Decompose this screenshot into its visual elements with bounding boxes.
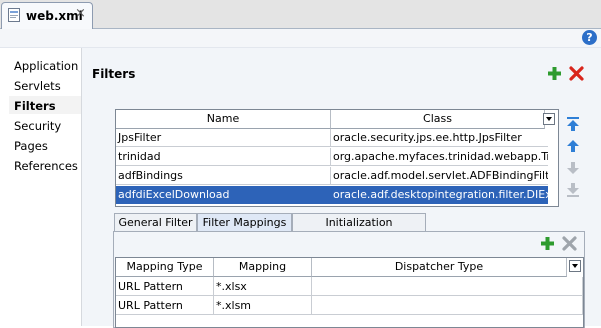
- section-title: Filters: [92, 67, 136, 81]
- tab-filter-mappings[interactable]: Filter Mappings: [197, 213, 292, 233]
- nav-item-application[interactable]: Application: [14, 59, 78, 73]
- cell-name: JpsFilter: [116, 129, 331, 147]
- move-down-icon[interactable]: [565, 160, 581, 176]
- table-row[interactable]: trinidad org.apache.myfaces.trinidad.web…: [116, 148, 548, 166]
- delete-filter-icon[interactable]: [569, 66, 584, 81]
- cell-dispatcher-type: [312, 277, 583, 296]
- help-icon[interactable]: ?: [582, 30, 597, 45]
- delete-mapping-icon[interactable]: [562, 236, 577, 251]
- cell-class: oracle.adf.model.servlet.ADFBindingFilte…: [331, 167, 548, 185]
- cell-dispatcher-type: [312, 296, 583, 315]
- add-filter-icon[interactable]: [547, 66, 562, 81]
- cell-mapping: *.xlsx: [214, 277, 312, 296]
- table-row[interactable]: URL Pattern *.xlsm: [116, 296, 583, 315]
- tab-initialization-parameters[interactable]: Initialization Parameters: [292, 213, 426, 247]
- move-top-icon[interactable]: [565, 116, 581, 132]
- table-row-selected[interactable]: adfdiExcelDownload oracle.adf.desktopint…: [116, 186, 548, 204]
- filters-table: Name Class JpsFilter oracle.security.jps…: [115, 109, 559, 207]
- table-row[interactable]: JpsFilter oracle.security.jps.ee.http.Jp…: [116, 129, 548, 147]
- cell-class: org.apache.myfaces.trinidad.webapp.Tri..…: [331, 148, 548, 166]
- xml-file-icon: [8, 8, 20, 22]
- add-mapping-icon[interactable]: [540, 236, 555, 251]
- column-header-name[interactable]: Name: [116, 110, 331, 129]
- close-icon[interactable]: ×: [75, 6, 86, 21]
- column-menu-icon[interactable]: [543, 113, 555, 125]
- nav-item-servlets[interactable]: Servlets: [14, 79, 61, 93]
- editor-header: [0, 29, 601, 48]
- table-row[interactable]: adfBindings oracle.adf.model.servlet.ADF…: [116, 167, 548, 185]
- nav-item-pages[interactable]: Pages: [14, 139, 48, 153]
- column-header-dispatcher-type[interactable]: Dispatcher Type: [312, 258, 567, 277]
- cell-class: oracle.security.jps.ee.http.JpsFilter: [331, 129, 548, 147]
- cell-name: adfdiExcelDownload: [116, 186, 331, 204]
- cell-name: adfBindings: [116, 167, 331, 185]
- tab-general-filter[interactable]: General Filter: [114, 213, 197, 233]
- column-header-mapping-type[interactable]: Mapping Type: [116, 258, 214, 277]
- nav-item-security[interactable]: Security: [14, 119, 61, 133]
- cell-mapping: *.xlsm: [214, 296, 312, 315]
- column-header-mapping[interactable]: Mapping: [214, 258, 312, 277]
- nav-item-filters[interactable]: Filters: [14, 99, 56, 113]
- column-menu-icon[interactable]: [569, 260, 581, 272]
- editor-tab-web-xml[interactable]: web.xml ×: [1, 2, 93, 29]
- cell-name: trinidad: [116, 148, 331, 166]
- column-header-class[interactable]: Class: [331, 110, 545, 129]
- move-up-icon[interactable]: [565, 138, 581, 154]
- cell-mapping-type: URL Pattern: [116, 296, 214, 315]
- mappings-table: Mapping Type Mapping Dispatcher Type URL…: [115, 257, 584, 328]
- cell-mapping-type: URL Pattern: [116, 277, 214, 296]
- nav-item-references[interactable]: References: [14, 159, 78, 173]
- move-bottom-icon[interactable]: [565, 182, 581, 198]
- cell-class: oracle.adf.desktopintegration.filter.DIE…: [331, 186, 548, 204]
- table-row[interactable]: URL Pattern *.xlsx: [116, 277, 583, 296]
